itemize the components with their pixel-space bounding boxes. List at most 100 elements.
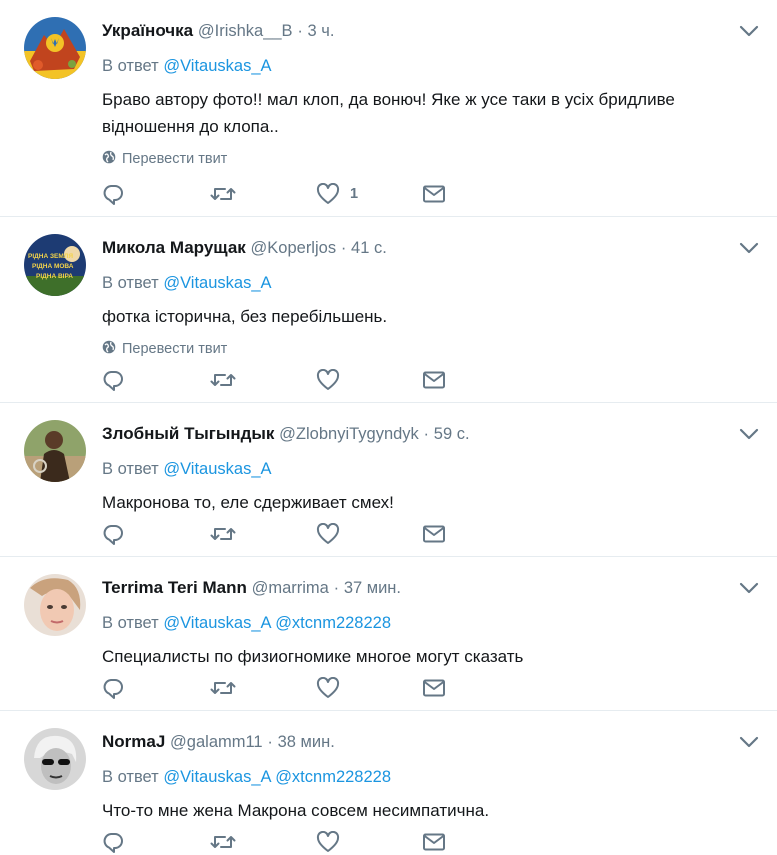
translate-label[interactable]: Перевести твит — [122, 341, 227, 357]
translate-link[interactable]: Перевести твит — [102, 148, 757, 170]
reply-button[interactable] — [102, 677, 210, 699]
author-name[interactable]: NormaJ — [102, 732, 165, 751]
timestamp[interactable]: 38 мин. — [278, 733, 335, 751]
heart-icon — [316, 369, 340, 391]
retweet-button[interactable] — [210, 369, 316, 391]
reply-button[interactable] — [102, 831, 210, 853]
like-button[interactable] — [316, 831, 422, 853]
separator: · — [333, 579, 340, 597]
tweet-actions — [102, 367, 446, 393]
tweet-header: Україночка @Irishka__B · 3 ч. — [102, 18, 757, 44]
reply-prefix: В ответ — [102, 57, 159, 75]
author-handle[interactable]: @galamm11 — [170, 733, 263, 751]
retweet-button[interactable] — [210, 677, 316, 699]
heart-icon — [316, 523, 340, 545]
retweet-icon — [210, 677, 236, 699]
tweet[interactable]: РІДНА ЗЕМЛЯ РІДНА МОВА РІДНА ВІРА Микола… — [0, 217, 777, 403]
tweet[interactable]: NormaJ @galamm11 · 38 мин. В ответ @Vita… — [0, 711, 777, 853]
tweet-text: Специалисты по физиогномике многое могут… — [102, 647, 524, 666]
avatar[interactable]: РІДНА ЗЕМЛЯ РІДНА МОВА РІДНА ВІРА — [24, 234, 86, 296]
tweet-actions: 1 — [102, 181, 446, 207]
envelope-icon — [422, 678, 446, 698]
author-handle[interactable]: @Irishka__B — [198, 22, 293, 40]
tweet-content: Terrima Teri Mann @marrima · 37 мин. В о… — [102, 575, 757, 670]
tweet-actions — [102, 675, 446, 701]
mention-link[interactable]: @xtcnm228228 — [275, 614, 391, 632]
retweet-icon — [210, 523, 236, 545]
retweet-icon — [210, 369, 236, 391]
globe-icon — [102, 340, 116, 358]
direct-message-button[interactable] — [422, 184, 446, 204]
author-name[interactable]: Злобный Тыгындык — [102, 424, 274, 443]
avatar[interactable] — [24, 420, 86, 482]
reply-context: В ответ @Vitauskas_A @xtcnm228228 — [102, 612, 757, 634]
tweet[interactable]: Злобный Тыгындык @ZlobnyiTygyndyk · 59 с… — [0, 403, 777, 557]
chevron-down-icon[interactable] — [739, 241, 759, 255]
reply-icon — [102, 677, 124, 699]
separator: · — [267, 733, 273, 751]
mention-link[interactable]: @xtcnm228228 — [275, 768, 391, 786]
retweet-button[interactable] — [210, 183, 316, 205]
envelope-icon — [422, 832, 446, 852]
tweet-header: Микола Марущак @Koperljos · 41 с. — [102, 235, 757, 261]
tweet-text: Макронова то, еле сдерживает смех! — [102, 493, 394, 512]
retweet-icon — [210, 831, 236, 853]
direct-message-button[interactable] — [422, 370, 446, 390]
avatar[interactable] — [24, 728, 86, 790]
like-count: 1 — [350, 186, 359, 202]
reply-prefix: В ответ — [102, 614, 159, 632]
retweet-icon — [210, 183, 236, 205]
mention-link[interactable]: @Vitauskas_A — [163, 768, 270, 786]
mention-link[interactable]: @Vitauskas_A — [163, 274, 271, 292]
direct-message-button[interactable] — [422, 832, 446, 852]
author-handle[interactable]: @marrima — [252, 579, 329, 597]
avatar[interactable] — [24, 574, 86, 636]
avatar[interactable] — [24, 17, 86, 79]
heart-icon — [316, 183, 340, 205]
chevron-down-icon[interactable] — [739, 581, 759, 595]
like-button[interactable] — [316, 523, 422, 545]
mention-link[interactable]: @Vitauskas_A — [163, 614, 270, 632]
heart-icon — [316, 831, 340, 853]
reply-context: В ответ @Vitauskas_A — [102, 272, 757, 294]
translate-label[interactable]: Перевести твит — [122, 151, 227, 167]
tweet-header: Terrima Teri Mann @marrima · 37 мин. — [102, 575, 757, 601]
timestamp[interactable]: 37 мин. — [344, 579, 401, 597]
author-handle[interactable]: @ZlobnyiTygyndyk — [279, 425, 419, 443]
timestamp[interactable]: 41 с. — [351, 239, 387, 257]
direct-message-button[interactable] — [422, 524, 446, 544]
reply-button[interactable] — [102, 523, 210, 545]
author-name[interactable]: Микола Марущак — [102, 238, 246, 257]
timestamp[interactable]: 59 с. — [434, 425, 470, 443]
tweet-header: Злобный Тыгындык @ZlobnyiTygyndyk · 59 с… — [102, 421, 757, 447]
retweet-button[interactable] — [210, 831, 316, 853]
tweet[interactable]: Terrima Teri Mann @marrima · 37 мин. В о… — [0, 557, 777, 711]
tweet-content: NormaJ @galamm11 · 38 мин. В ответ @Vita… — [102, 729, 757, 824]
tweet[interactable]: Україночка @Irishka__B · 3 ч. В ответ @V… — [0, 0, 777, 217]
like-button[interactable] — [316, 677, 422, 699]
like-button[interactable]: 1 — [316, 183, 422, 205]
like-button[interactable] — [316, 369, 422, 391]
timestamp[interactable]: 3 ч. — [308, 22, 335, 40]
chevron-down-icon[interactable] — [739, 427, 759, 441]
translate-link[interactable]: Перевести твит — [102, 338, 757, 360]
direct-message-button[interactable] — [422, 678, 446, 698]
author-name[interactable]: Україночка — [102, 21, 193, 40]
heart-icon — [316, 677, 340, 699]
retweet-button[interactable] — [210, 523, 316, 545]
author-name[interactable]: Terrima Teri Mann — [102, 578, 247, 597]
reply-button[interactable] — [102, 369, 210, 391]
tweet-actions — [102, 829, 446, 855]
avatar-text: РІДНА ЗЕМЛЯ — [28, 253, 73, 260]
mention-link[interactable]: @Vitauskas_A — [163, 460, 271, 478]
reply-button[interactable] — [102, 183, 210, 205]
author-handle[interactable]: @Koperljos — [251, 239, 337, 257]
tweet-content: Микола Марущак @Koperljos · 41 с. В отве… — [102, 235, 757, 360]
reply-prefix: В ответ — [102, 460, 159, 478]
tweet-text: Браво автору фото!! мал клоп, да вонюч! … — [102, 90, 675, 136]
chevron-down-icon[interactable] — [739, 24, 759, 38]
avatar-text: РІДНА ВІРА — [36, 273, 73, 280]
tweet-content: Україночка @Irishka__B · 3 ч. В ответ @V… — [102, 18, 757, 170]
chevron-down-icon[interactable] — [739, 735, 759, 749]
mention-link[interactable]: @Vitauskas_A — [163, 57, 271, 75]
